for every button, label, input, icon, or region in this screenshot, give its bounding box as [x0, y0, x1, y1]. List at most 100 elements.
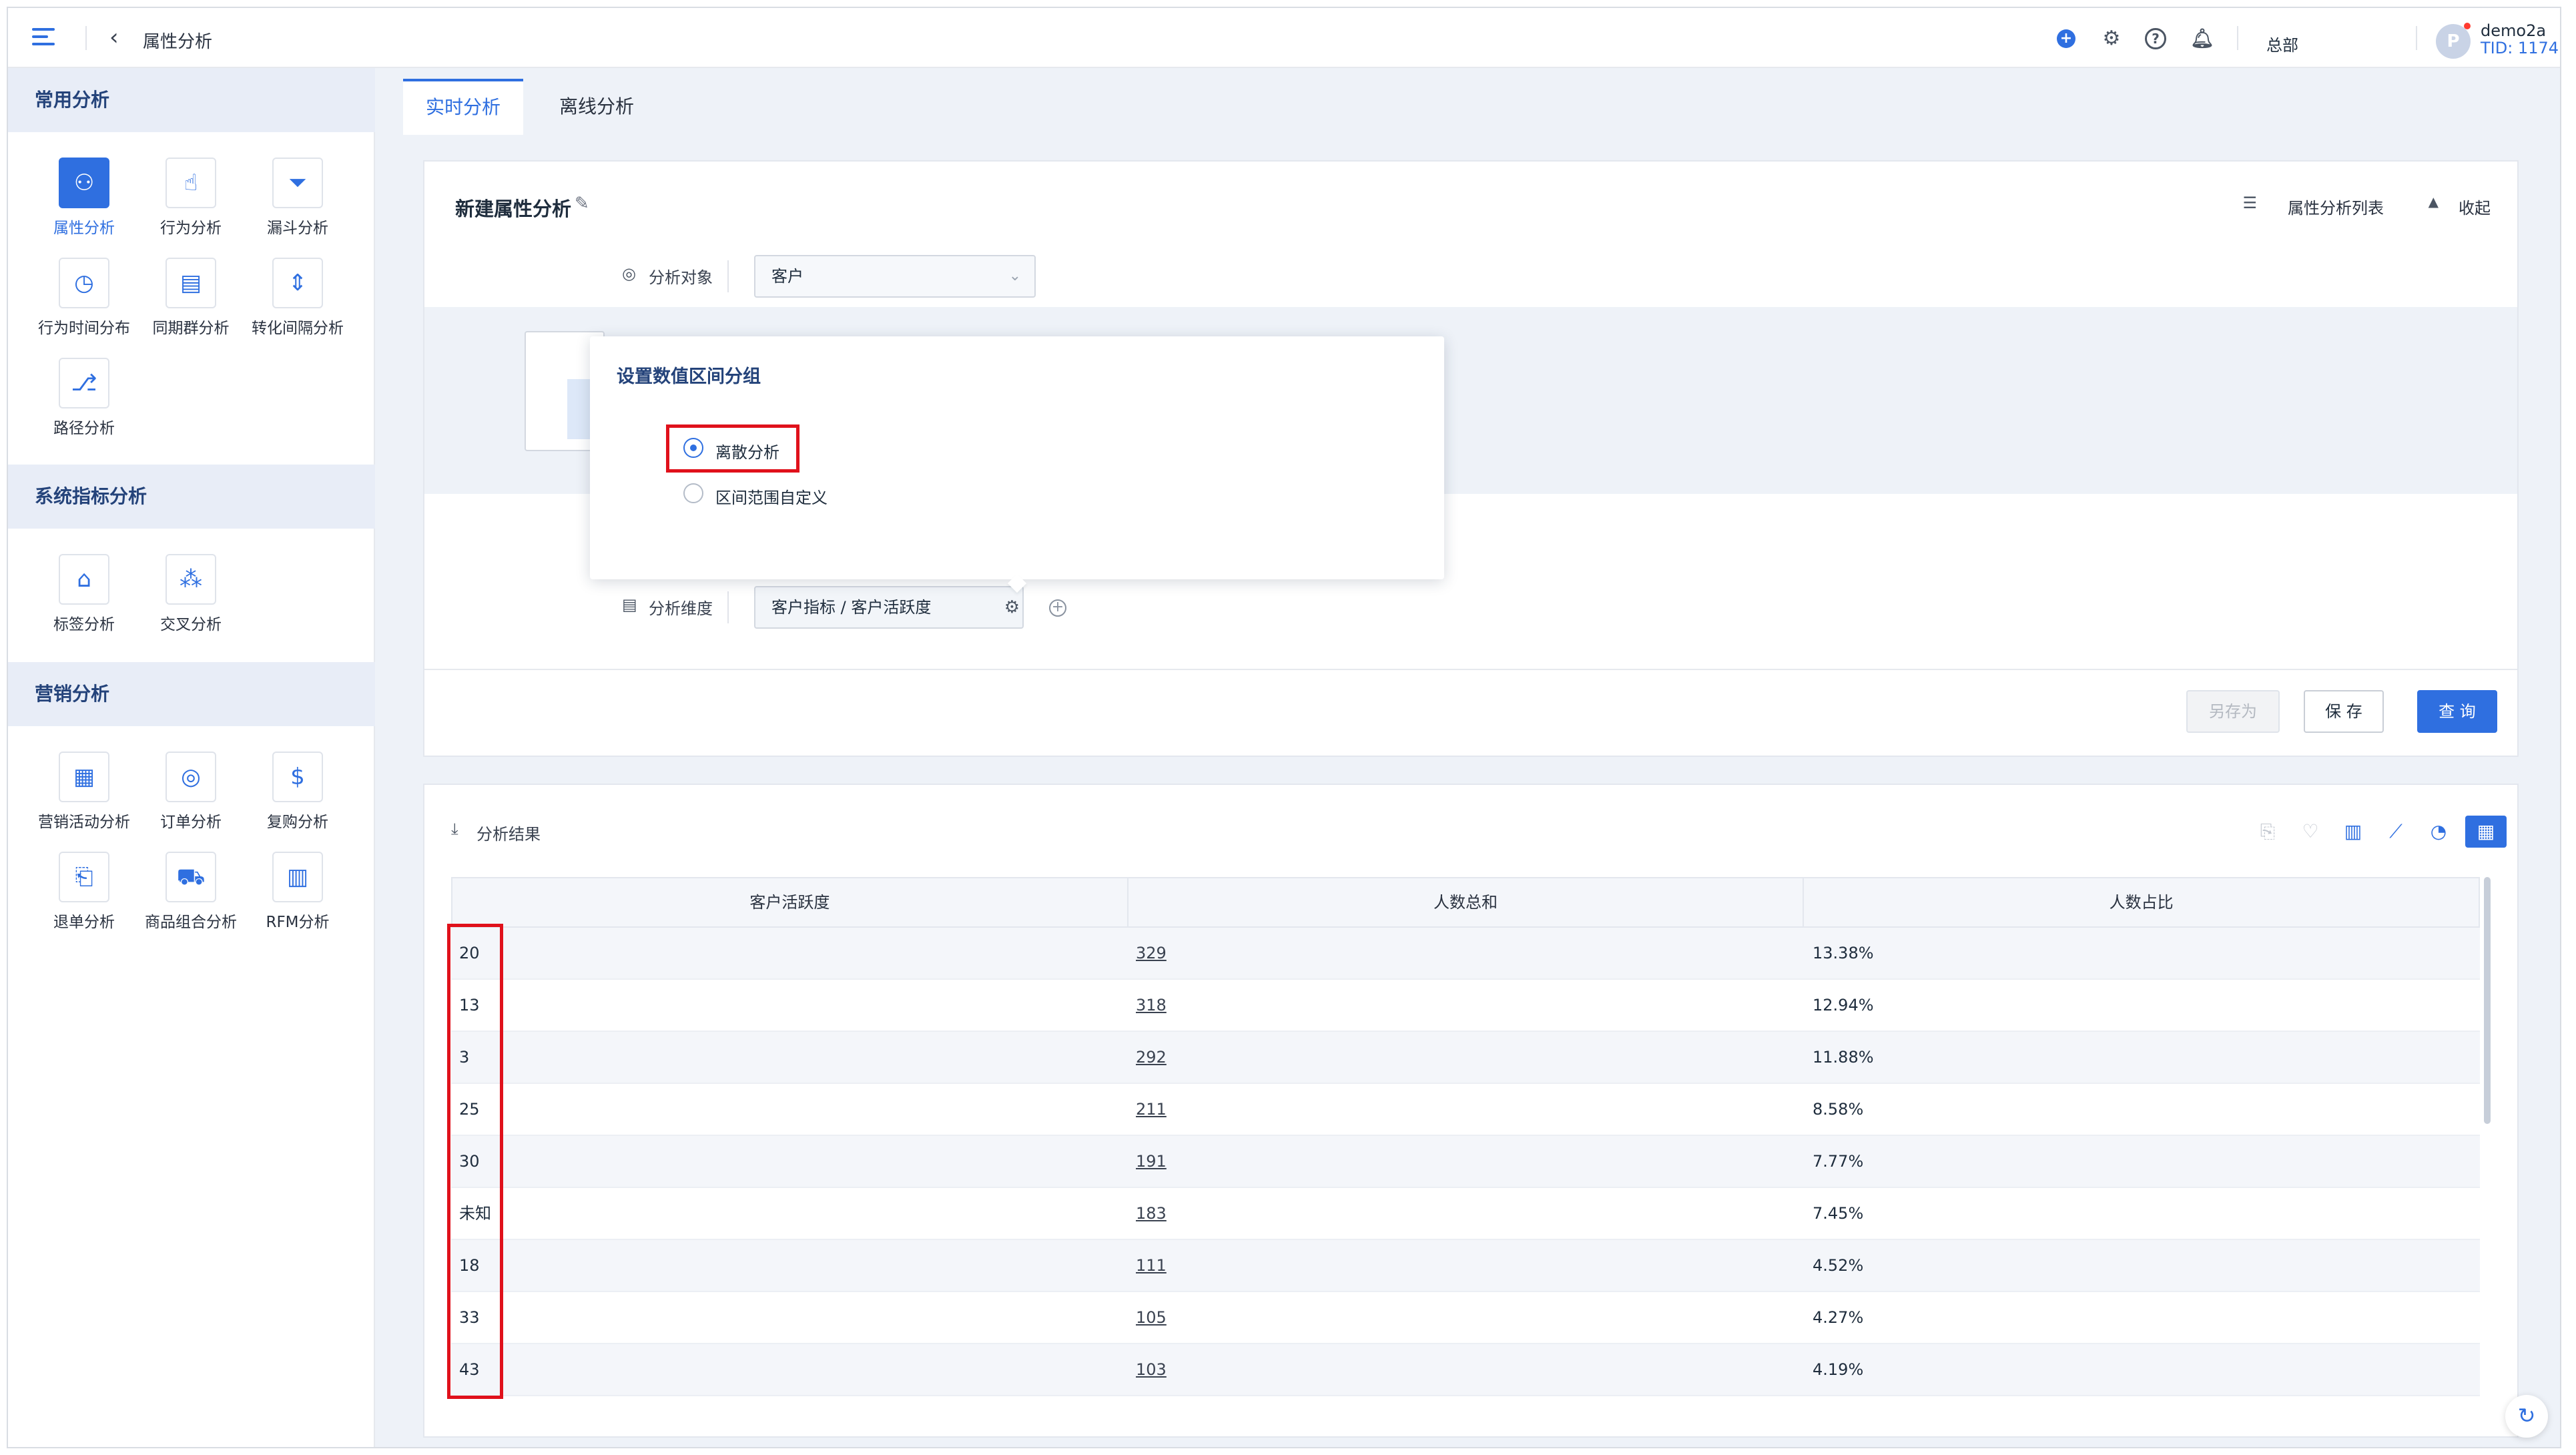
save-as-button[interactable]: 另存为 — [2186, 690, 2280, 733]
sidebar-item-tag-analysis[interactable]: ⌂ 标签分析 — [31, 554, 137, 634]
sidebar-item-label: 标签分析 — [53, 616, 115, 633]
line-chart-icon[interactable]: ⟋ — [2380, 816, 2412, 848]
refund-icon: ⎗ — [59, 852, 109, 902]
edit-icon[interactable]: ✎ — [575, 194, 589, 214]
sidebar-item-attribute-analysis[interactable]: ⚇ 属性分析 — [31, 158, 137, 238]
count-cell[interactable]: 191 — [1128, 1136, 1805, 1187]
sidebar-item-campaign-analysis[interactable]: ▦ 营销活动分析 — [31, 752, 137, 832]
sidebar-item-label: 订单分析 — [160, 814, 222, 831]
divider — [2416, 26, 2417, 50]
bell-icon[interactable]: 🔔︎ — [2190, 28, 2214, 49]
user-icon: ⚇ — [59, 158, 109, 208]
pie-chart-icon[interactable]: ◔ — [2423, 816, 2455, 848]
table-row: 33 105 4.27% — [451, 1292, 2480, 1344]
sidebar: 常用分析 ⚇ 属性分析 ☝︎ 行为分析 ⏷ 漏斗分析 ◷ 行为时间分布 ▤ 同期… — [8, 68, 375, 1447]
tab-offline[interactable]: 离线分析 — [537, 79, 657, 135]
copy-icon[interactable]: ⎘ — [2252, 816, 2284, 848]
count-cell[interactable]: 183 — [1128, 1188, 1805, 1239]
activity-cell: 13 — [459, 996, 480, 1014]
ratio-cell: 12.94% — [1813, 996, 1874, 1014]
section-system-metrics: 系统指标分析 — [8, 465, 375, 529]
sidebar-item-cohort-analysis[interactable]: ▤ 同期群分析 — [137, 258, 244, 338]
count-cell[interactable]: 103 — [1128, 1344, 1805, 1395]
menu-icon[interactable] — [32, 28, 55, 48]
notification-dot — [2464, 23, 2471, 29]
rfm-icon: ▥ — [272, 852, 323, 902]
org-selector[interactable]: 总部 — [2266, 32, 2298, 55]
discrete-radio[interactable] — [683, 438, 703, 458]
activity-cell: 43 — [459, 1360, 480, 1379]
sidebar-item-label: 商品组合分析 — [145, 914, 237, 931]
heart-icon[interactable]: ♡ — [2294, 816, 2326, 848]
sidebar-item-label: 转化间隔分析 — [252, 320, 344, 337]
table-row: 43 103 4.19% — [451, 1344, 2480, 1396]
behavior-icon: ☝︎ — [166, 158, 216, 208]
column-header[interactable]: 人数占比 — [1804, 878, 2479, 926]
count-cell[interactable]: 105 — [1128, 1292, 1805, 1343]
interval-icon: ⇕ — [272, 258, 323, 308]
tab-realtime[interactable]: 实时分析 — [403, 79, 523, 135]
column-header[interactable]: 人数总和 — [1129, 878, 1805, 926]
column-header[interactable]: 客户活跃度 — [452, 878, 1129, 926]
object-select-value: 客户 — [771, 267, 803, 286]
sidebar-item-time-distribution[interactable]: ◷ 行为时间分布 — [31, 258, 137, 338]
sidebar-item-refund-analysis[interactable]: ⎗ 退单分析 — [31, 852, 137, 932]
sidebar-item-rfm-analysis[interactable]: ▥ RFM分析 — [244, 852, 351, 932]
dimension-select[interactable]: 客户指标 / 客户活跃度 ⚙ — [754, 586, 1024, 629]
help-icon[interactable]: ? — [2145, 28, 2166, 49]
bar-chart-icon[interactable]: ▥ — [2337, 816, 2369, 848]
add-icon[interactable]: + — [2057, 29, 2075, 48]
back-arrow-icon[interactable]: ‹ — [109, 26, 132, 49]
avatar[interactable]: P — [2436, 24, 2471, 59]
ratio-cell: 4.52% — [1813, 1256, 1864, 1275]
count-cell[interactable]: 318 — [1128, 980, 1805, 1031]
path-icon: ⎇ — [59, 358, 109, 408]
ratio-cell: 13.38% — [1813, 944, 1874, 962]
bundle-icon: ⛟ — [166, 852, 216, 902]
activity-cell: 18 — [459, 1256, 480, 1275]
sidebar-item-path-analysis[interactable]: ⎇ 路径分析 — [31, 358, 137, 438]
object-select[interactable]: 客户 ⌄ — [754, 255, 1036, 298]
discrete-radio-label[interactable]: 离散分析 — [715, 439, 779, 463]
custom-range-radio[interactable] — [683, 483, 703, 503]
sidebar-item-behavior-analysis[interactable]: ☝︎ 行为分析 — [137, 158, 244, 238]
query-button[interactable]: 查 询 — [2417, 690, 2497, 733]
ratio-cell: 11.88% — [1813, 1048, 1874, 1067]
section-marketing-analysis: 营销分析 — [8, 662, 375, 726]
sidebar-item-bundle-analysis[interactable]: ⛟ 商品组合分析 — [137, 852, 244, 932]
table-row: 20 329 13.38% — [451, 928, 2480, 980]
scrollbar[interactable] — [2484, 877, 2491, 1124]
sidebar-item-cross-analysis[interactable]: ⁂ 交叉分析 — [137, 554, 244, 634]
add-dimension-icon[interactable]: + — [1049, 599, 1066, 617]
activity-cell: 30 — [459, 1152, 480, 1171]
sidebar-item-order-analysis[interactable]: ◎ 订单分析 — [137, 752, 244, 832]
save-button[interactable]: 保 存 — [2304, 690, 2384, 733]
settings-gear-icon[interactable]: ⚙ — [2101, 28, 2122, 49]
clock-icon: ◷ — [59, 258, 109, 308]
count-cell[interactable]: 211 — [1128, 1084, 1805, 1135]
results-title: 分析结果 — [476, 825, 541, 844]
sidebar-item-label: RFM分析 — [266, 914, 330, 931]
divider — [2237, 26, 2238, 50]
count-cell[interactable]: 329 — [1128, 928, 1805, 978]
sidebar-item-conversion-interval[interactable]: ⇕ 转化间隔分析 — [244, 258, 351, 338]
sidebar-item-label: 路径分析 — [53, 420, 115, 437]
attribute-list-link[interactable]: 属性分析列表 — [2288, 195, 2384, 218]
app-window: ‹ 属性分析 + ⚙ ? 🔔︎ 总部 P demo2a TID: 1174 常用… — [7, 7, 2561, 1448]
support-icon[interactable]: ↻ — [2505, 1395, 2548, 1438]
custom-range-radio-label[interactable]: 区间范围自定义 — [715, 485, 828, 508]
download-icon[interactable]: ⤓ — [451, 820, 458, 838]
table-view-icon[interactable]: ▦ — [2465, 816, 2507, 848]
count-cell[interactable]: 111 — [1128, 1240, 1805, 1291]
sidebar-item-label: 属性分析 — [53, 220, 115, 237]
activity-cell: 25 — [459, 1100, 480, 1119]
activity-cell: 未知 — [459, 1204, 491, 1223]
collapse-link[interactable]: 收起 — [2459, 195, 2491, 218]
sidebar-item-funnel-analysis[interactable]: ⏷ 漏斗分析 — [244, 158, 351, 238]
count-cell[interactable]: 292 — [1128, 1032, 1805, 1083]
chevron-down-icon: ⌄ — [1008, 268, 1021, 284]
gear-icon[interactable]: ⚙ — [1004, 594, 1020, 621]
breadcrumb: 属性分析 — [143, 32, 213, 52]
dimension-label: 分析维度 — [649, 599, 713, 618]
sidebar-item-repurchase-analysis[interactable]: $ 复购分析 — [244, 752, 351, 832]
